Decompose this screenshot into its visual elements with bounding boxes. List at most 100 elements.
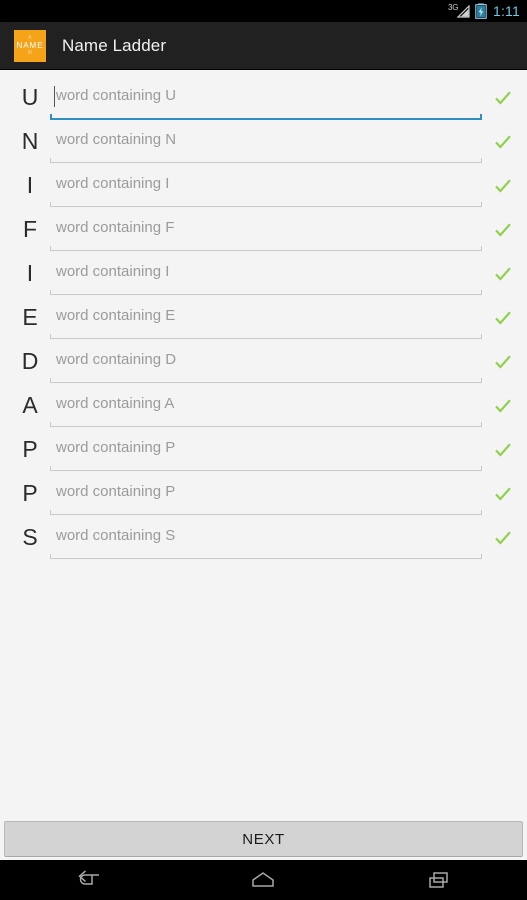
- input-underline: [50, 554, 482, 559]
- input-underline: [50, 158, 482, 163]
- ladder-row-letter: U: [21, 84, 39, 110]
- input-underline: [50, 202, 482, 207]
- check-icon: [490, 433, 516, 466]
- ladder-row: P: [0, 477, 527, 521]
- ladder-input-wrapper: [50, 213, 482, 251]
- action-bar: A NAME M Name Ladder: [0, 22, 527, 70]
- ladder-row-letter: S: [22, 524, 38, 550]
- input-underline: [50, 422, 482, 427]
- ladder-row-letter: I: [26, 172, 34, 198]
- ladder-word-input[interactable]: [50, 213, 482, 243]
- ladder-input-wrapper: [50, 257, 482, 295]
- check-glyph: [495, 266, 511, 281]
- check-glyph: [495, 354, 511, 369]
- input-underline: [50, 466, 482, 471]
- ladder-row-letter: N: [21, 128, 39, 154]
- next-button[interactable]: NEXT: [4, 821, 523, 857]
- check-glyph: [495, 398, 511, 413]
- input-underline: [50, 246, 482, 251]
- check-glyph: [495, 178, 511, 193]
- ladder-row-letter: F: [22, 216, 38, 242]
- footer-bar: NEXT: [0, 818, 527, 860]
- back-arrow-glyph: [78, 870, 99, 885]
- page-title: Name Ladder: [62, 35, 167, 55]
- battery-charging-icon: [475, 3, 487, 19]
- ladder-row-letter: P: [22, 436, 38, 462]
- check-glyph: [495, 310, 511, 325]
- clock-label: 1:11: [492, 3, 520, 19]
- ladder-row-letter: E: [22, 304, 38, 330]
- check-icon: [490, 389, 516, 422]
- ladder-word-input[interactable]: [50, 125, 482, 155]
- ladder-row-letter: D: [21, 348, 39, 374]
- check-glyph: [495, 530, 511, 545]
- check-icon: [490, 301, 516, 334]
- ladder-input-wrapper: [50, 301, 482, 339]
- check-icon: [490, 477, 516, 510]
- ladder-input-wrapper: [50, 169, 482, 207]
- check-icon: [490, 125, 516, 158]
- ladder-word-input[interactable]: [50, 169, 482, 199]
- check-glyph: [495, 442, 511, 457]
- ladder-row-letter: I: [26, 260, 34, 286]
- app-logo-top-text: A: [28, 34, 32, 41]
- check-icon: [490, 169, 516, 202]
- recents-glyph: [429, 872, 448, 888]
- ladder-word-input[interactable]: [50, 389, 482, 419]
- ladder-input-wrapper: [50, 125, 482, 163]
- text-caret: [54, 86, 55, 107]
- app-logo-icon[interactable]: A NAME M: [14, 29, 46, 62]
- input-underline: [50, 510, 482, 515]
- ladder-input-wrapper: [50, 521, 482, 559]
- check-glyph: [495, 90, 511, 105]
- home-glyph: [252, 872, 275, 887]
- ladder-row-letter: P: [22, 480, 38, 506]
- ladder-list: UNIFIEDAPPS: [0, 71, 527, 818]
- check-icon: [490, 521, 516, 554]
- ladder-row: D: [0, 345, 527, 389]
- ladder-word-input[interactable]: [50, 81, 482, 111]
- ladder-word-input[interactable]: [50, 477, 482, 507]
- app-logo-mid-text: NAME: [16, 40, 44, 50]
- ladder-input-wrapper: [50, 345, 482, 383]
- check-icon: [490, 81, 516, 114]
- check-glyph: [495, 486, 511, 501]
- check-icon: [490, 257, 516, 290]
- check-glyph: [495, 222, 511, 237]
- ladder-word-input[interactable]: [50, 521, 482, 551]
- ladder-row-letter: A: [22, 392, 38, 418]
- ladder-word-input[interactable]: [50, 345, 482, 375]
- ladder-word-input[interactable]: [50, 257, 482, 287]
- home-icon[interactable]: [223, 860, 303, 900]
- ladder-row: P: [0, 433, 527, 477]
- status-bar: 3G 1:11: [0, 0, 527, 22]
- ladder-row: N: [0, 125, 527, 169]
- input-underline: [50, 378, 482, 383]
- signal-bars-icon: [456, 4, 470, 18]
- recents-icon[interactable]: [399, 860, 479, 900]
- check-icon: [490, 345, 516, 378]
- ladder-row: S: [0, 521, 527, 565]
- ladder-input-wrapper: [50, 433, 482, 471]
- ladder-row: I: [0, 169, 527, 213]
- check-icon: [490, 213, 516, 246]
- input-underline: [50, 334, 482, 339]
- ladder-word-input[interactable]: [50, 301, 482, 331]
- input-underline: [50, 114, 482, 120]
- ladder-input-wrapper: [50, 81, 482, 120]
- ladder-row: E: [0, 301, 527, 345]
- ladder-row: F: [0, 213, 527, 257]
- navigation-bar: [0, 860, 527, 900]
- ladder-row: I: [0, 257, 527, 301]
- ladder-input-wrapper: [50, 477, 482, 515]
- ladder-input-wrapper: [50, 389, 482, 427]
- android-screen: 3G 1:11 A NAME M Name Ladder UNIFIEDAPPS: [0, 0, 527, 900]
- back-arrow-icon[interactable]: [48, 860, 128, 900]
- input-underline: [50, 290, 482, 295]
- signal-triangle-icon: 3G: [448, 3, 470, 19]
- status-bar-icons: 3G 1:11: [448, 3, 520, 20]
- ladder-row: U: [0, 81, 527, 125]
- ladder-row: A: [0, 389, 527, 433]
- ladder-word-input[interactable]: [50, 433, 482, 463]
- app-logo-bottom-text: M: [27, 49, 33, 56]
